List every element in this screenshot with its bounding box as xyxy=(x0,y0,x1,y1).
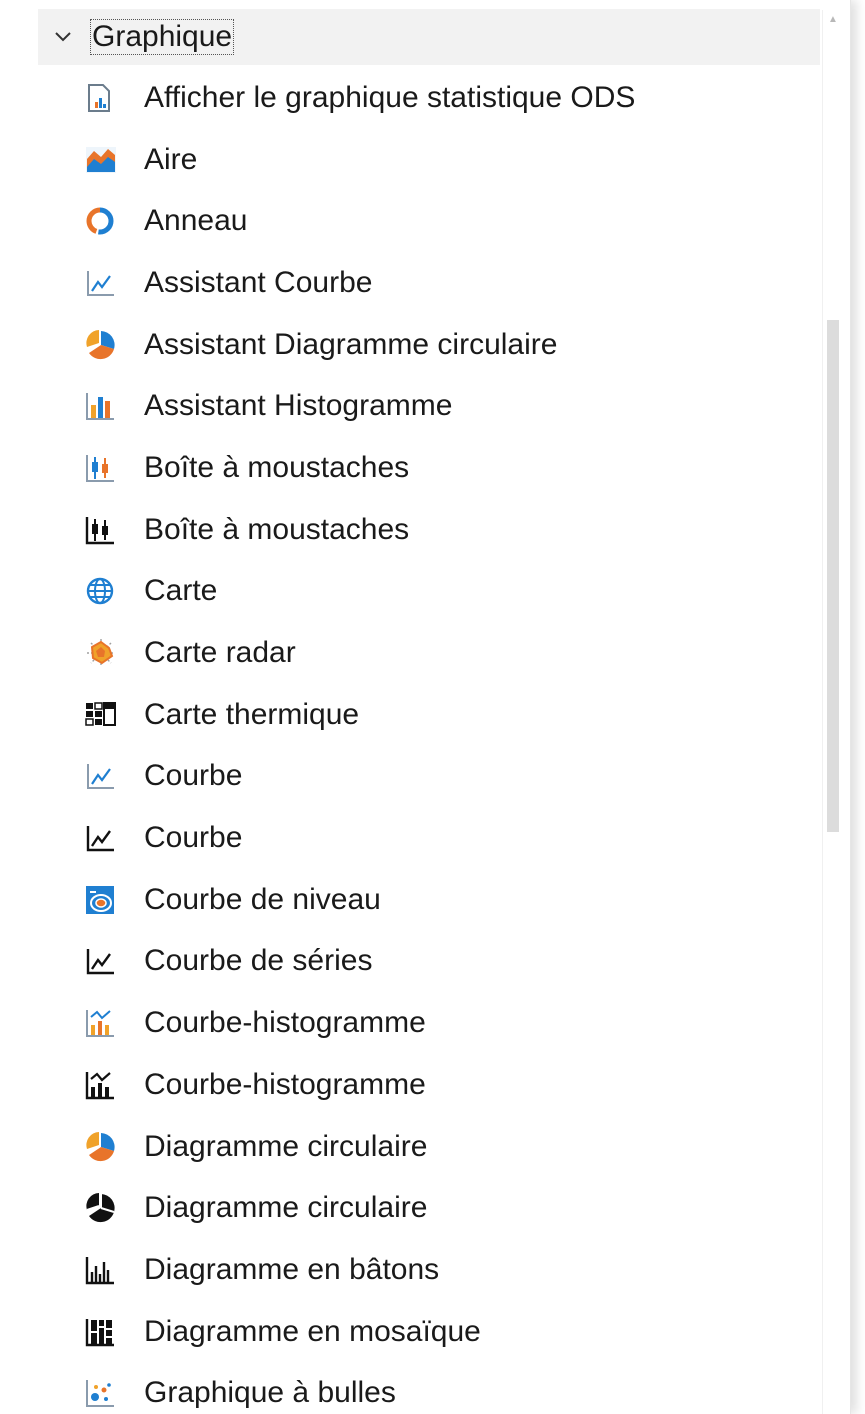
tree-item-label: Courbe xyxy=(144,759,243,793)
tree-item[interactable]: Assistant Histogramme xyxy=(0,375,820,437)
tree-item[interactable]: Boîte à moustaches xyxy=(0,437,820,499)
tree-item[interactable]: Courbe de niveau xyxy=(0,869,820,931)
tree-item-label: Diagramme en bâtons xyxy=(144,1252,440,1286)
tree-item[interactable]: Assistant Courbe xyxy=(0,252,820,314)
tree-group-label: Graphique xyxy=(90,19,235,55)
donut-chart-icon xyxy=(84,203,130,239)
line-chart-light-icon xyxy=(84,758,130,794)
box-plot-black-icon xyxy=(84,512,130,548)
tree-item-label: Carte thermique xyxy=(144,697,360,731)
tree-item-label: Aire xyxy=(144,142,198,176)
line-bar-chart-color-icon xyxy=(84,1005,130,1041)
tree-item[interactable]: Courbe-histogramme xyxy=(0,992,820,1054)
chevron-down-icon[interactable] xyxy=(52,26,74,48)
tree-item-label: Courbe xyxy=(144,821,243,855)
line-chart-light-icon xyxy=(84,265,130,301)
scroll-up-arrow-icon[interactable]: ▲ xyxy=(826,14,840,26)
pie-chart-color-icon xyxy=(84,327,130,363)
tree-item-label: Diagramme circulaire xyxy=(144,1129,428,1163)
series-line-chart-icon xyxy=(84,943,130,979)
tree-panel: Graphique Afficher le graphique statisti… xyxy=(0,0,851,1414)
tree-item-label: Courbe-histogramme xyxy=(144,1067,426,1101)
tree-item[interactable]: Diagramme circulaire xyxy=(0,1116,820,1178)
tree-item-label: Courbe de niveau xyxy=(144,882,381,916)
tree-item-label: Boîte à moustaches xyxy=(144,450,410,484)
tree-item-label: Carte xyxy=(144,574,218,608)
line-bar-chart-black-icon xyxy=(84,1067,130,1103)
box-plot-color-icon xyxy=(84,450,130,486)
tree-item[interactable]: Graphique à bulles xyxy=(0,1362,820,1414)
area-chart-icon xyxy=(84,142,130,178)
tree-item-label: Anneau xyxy=(144,204,248,238)
tree-item-label: Graphique à bulles xyxy=(144,1376,396,1410)
tree-item[interactable]: Diagramme en bâtons xyxy=(0,1239,820,1301)
ods-graph-icon xyxy=(84,80,130,116)
tree-group-graphique[interactable]: Graphique xyxy=(38,9,820,65)
tree-item[interactable]: Diagramme circulaire xyxy=(0,1177,820,1239)
tree-item-label: Assistant Histogramme xyxy=(144,389,453,423)
tree-item-label: Assistant Courbe xyxy=(144,265,373,299)
tree-item[interactable]: Afficher le graphique statistique ODS xyxy=(0,67,820,129)
tree-item[interactable]: Courbe-histogramme xyxy=(0,1054,820,1116)
tree-item[interactable]: Aire xyxy=(0,129,820,191)
tree-item[interactable]: Courbe de séries xyxy=(0,931,820,993)
line-chart-black-icon xyxy=(84,820,130,856)
needle-chart-icon xyxy=(84,1252,130,1288)
tree-item-label: Carte radar xyxy=(144,636,296,670)
tree-item[interactable]: Boîte à moustaches xyxy=(0,499,820,561)
tree-item-label: Boîte à moustaches xyxy=(144,512,410,546)
vertical-scrollbar[interactable]: ▲ xyxy=(822,10,843,1414)
heatmap-icon xyxy=(84,697,130,733)
pie-chart-color-icon xyxy=(84,1129,130,1165)
tree-item[interactable]: Carte thermique xyxy=(0,684,820,746)
tree-item-label: Courbe de séries xyxy=(144,944,373,978)
histogram-color-icon xyxy=(84,388,130,424)
tree-item[interactable]: Anneau xyxy=(0,190,820,252)
tree-item[interactable]: Courbe xyxy=(0,746,820,808)
tree-item[interactable]: Assistant Diagramme circulaire xyxy=(0,314,820,376)
globe-icon xyxy=(84,573,130,609)
tree-item[interactable]: Carte radar xyxy=(0,622,820,684)
mosaic-chart-icon xyxy=(84,1314,130,1350)
tree-item[interactable]: Diagramme en mosaïque xyxy=(0,1301,820,1363)
bubble-chart-icon xyxy=(84,1375,130,1411)
contour-plot-icon xyxy=(84,882,130,918)
tree-list: Afficher le graphique statistique ODS Air… xyxy=(0,67,820,1414)
tree-item-label: Assistant Diagramme circulaire xyxy=(144,327,558,361)
tree-item[interactable]: Carte xyxy=(0,561,820,623)
radar-chart-icon xyxy=(84,635,130,671)
tree-item-label: Diagramme en mosaïque xyxy=(144,1314,481,1348)
tree-item-label: Courbe-histogramme xyxy=(144,1006,426,1040)
scrollbar-thumb[interactable] xyxy=(827,320,839,832)
pie-chart-black-icon xyxy=(84,1190,130,1226)
tree-item[interactable]: Courbe xyxy=(0,807,820,869)
tree-item-label: Afficher le graphique statistique ODS xyxy=(144,80,636,114)
tree-item-label: Diagramme circulaire xyxy=(144,1191,428,1225)
